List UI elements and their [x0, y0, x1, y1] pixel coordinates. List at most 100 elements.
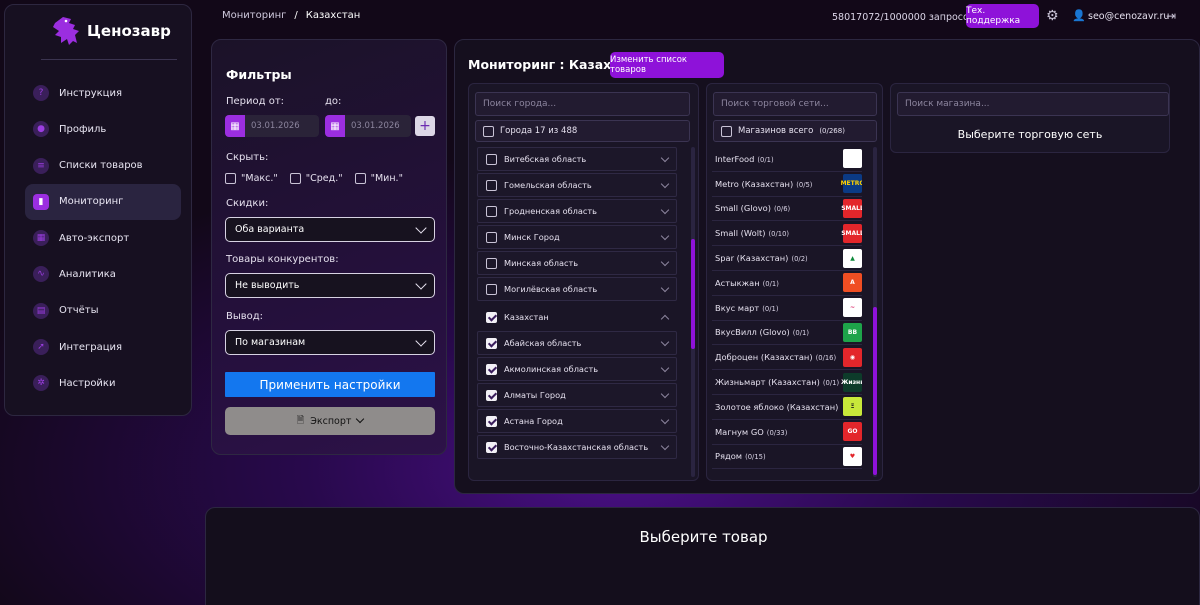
- chain-row[interactable]: Жизньмарт (Казахстан) (0/1) Жизнь: [712, 370, 862, 395]
- chains-select-all[interactable]: Магазинов всего (0/268): [713, 120, 877, 142]
- chevron-down-icon[interactable]: [660, 153, 670, 162]
- chevron-down-icon[interactable]: [660, 363, 670, 372]
- sidebar-item-integration[interactable]: ➚ Интеграция: [25, 329, 181, 365]
- chain-row[interactable]: Small (Wolt) (0/10) SMALL: [712, 221, 862, 247]
- period-to-label: до:: [325, 96, 342, 107]
- chevron-down-icon[interactable]: [660, 441, 670, 450]
- cities-all-checkbox[interactable]: [483, 125, 494, 137]
- user-menu[interactable]: 👤 seo@cenozavr.ru: [1072, 10, 1169, 22]
- region-checkbox[interactable]: [486, 311, 497, 323]
- export-button[interactable]: 🗎 Экспорт: [225, 407, 435, 435]
- region-row[interactable]: Алматы Город: [477, 383, 677, 407]
- region-row[interactable]: Могилёвская область: [477, 277, 677, 301]
- question-icon: ?: [33, 85, 49, 101]
- app-logo[interactable]: Ценозавр: [51, 15, 171, 47]
- hide-max-option[interactable]: "Макс.": [225, 173, 278, 184]
- region-row[interactable]: Минская область: [477, 251, 677, 275]
- region-group-row[interactable]: Казахстан: [473, 305, 681, 329]
- sidebar-item-settings[interactable]: ✲ Настройки: [25, 365, 181, 401]
- sidebar-item-product-lists[interactable]: ≡ Списки товаров: [25, 148, 181, 184]
- store-search-input[interactable]: Поиск магазина...: [897, 92, 1169, 116]
- chevron-down-icon[interactable]: [660, 205, 670, 214]
- region-row[interactable]: Абайская область: [477, 331, 677, 355]
- hide-max-checkbox[interactable]: [225, 173, 236, 184]
- region-row-content: Гомельская область: [486, 179, 592, 191]
- chain-row[interactable]: Spar (Казахстан) (0/2) ▲: [712, 246, 862, 271]
- chain-text: Золотое яблоко (Казахстан)(0/3): [715, 402, 839, 412]
- region-row[interactable]: Восточно-Казахстанская область: [477, 435, 677, 459]
- chevron-down-icon[interactable]: [660, 257, 670, 266]
- chains-all-checkbox[interactable]: [721, 125, 732, 137]
- region-checkbox[interactable]: [486, 441, 497, 453]
- sidebar-item-label: Отчёты: [59, 305, 99, 317]
- chain-row[interactable]: Доброцен (Казахстан) (0/16) ◉: [712, 345, 862, 371]
- chain-search-input[interactable]: Поиск торговой сети...: [713, 92, 877, 116]
- chain-scroll-thumb[interactable]: [873, 307, 877, 475]
- chain-row[interactable]: Золотое яблоко (Казахстан)(0/3) Ξ: [712, 395, 862, 420]
- region-checkbox[interactable]: [486, 283, 497, 295]
- region-checkbox[interactable]: [486, 257, 497, 269]
- breadcrumb-root[interactable]: Мониторинг: [222, 10, 286, 21]
- sidebar-item-analytics[interactable]: ∿ Аналитика: [25, 256, 181, 292]
- region-checkbox[interactable]: [486, 389, 497, 401]
- chevron-up-icon[interactable]: [660, 314, 670, 323]
- region-row[interactable]: Минск Город: [477, 225, 677, 249]
- region-row[interactable]: Акмолинская область: [477, 357, 677, 381]
- settings-gear-icon[interactable]: ⚙: [1046, 9, 1060, 23]
- chain-scrollbar[interactable]: [873, 147, 877, 477]
- chevron-down-icon[interactable]: [660, 283, 670, 292]
- region-checkbox[interactable]: [486, 205, 497, 217]
- competitors-value: Не выводить: [235, 280, 300, 291]
- hide-min-option[interactable]: "Мин.": [354, 173, 403, 184]
- city-search-input[interactable]: Поиск города...: [475, 92, 690, 116]
- chain-row[interactable]: InterFood (0/1): [712, 147, 862, 172]
- region-scroll-thumb[interactable]: [691, 239, 695, 349]
- hide-avg-option[interactable]: "Сред.": [289, 173, 343, 184]
- date-from-field[interactable]: ▦ 03.01.2026: [225, 115, 319, 137]
- chevron-down-icon[interactable]: [660, 337, 670, 346]
- competitors-select[interactable]: Не выводить: [225, 273, 435, 298]
- sidebar-item-monitoring[interactable]: ▮ Мониторинг: [25, 183, 181, 220]
- hide-avg-checkbox[interactable]: [289, 173, 301, 184]
- chain-row[interactable]: ВкусВилл (Glovo) (0/1) BB: [712, 321, 862, 346]
- chain-name: Вкус март: [715, 302, 760, 313]
- filters-panel: Фильтры Период от: до: ▦ 03.01.2026 ▦ 03…: [211, 39, 447, 455]
- region-checkbox[interactable]: [486, 415, 497, 427]
- sidebar-item-auto-export[interactable]: ▦ Авто-экспорт: [25, 220, 181, 256]
- sidebar-item-reports[interactable]: ▤ Отчёты: [25, 293, 181, 329]
- region-row[interactable]: Астана Город: [477, 409, 677, 433]
- chevron-down-icon[interactable]: [660, 415, 670, 424]
- logout-icon[interactable]: ⇥: [1166, 9, 1176, 23]
- add-period-button[interactable]: +: [415, 116, 435, 136]
- discounts-select[interactable]: Оба варианта: [225, 217, 435, 242]
- region-checkbox[interactable]: [486, 363, 497, 375]
- region-scrollbar[interactable]: [691, 147, 695, 477]
- change-product-list-button[interactable]: Изменить список товаров: [610, 52, 724, 78]
- chain-row[interactable]: Астыкжан (0/1) A: [712, 271, 862, 296]
- date-to-field[interactable]: ▦ 03.01.2026: [325, 115, 411, 137]
- region-row[interactable]: Витебская область: [477, 147, 677, 171]
- cities-select-all[interactable]: Города 17 из 488: [475, 120, 690, 142]
- region-checkbox[interactable]: [486, 153, 497, 165]
- chevron-down-icon[interactable]: [660, 231, 670, 240]
- region-row[interactable]: Гомельская область: [477, 173, 677, 197]
- region-checkbox[interactable]: [486, 337, 497, 349]
- chain-row[interactable]: Магнум GO (0/33) GO: [712, 420, 862, 445]
- chevron-down-icon[interactable]: [660, 179, 670, 188]
- region-checkbox[interactable]: [486, 179, 497, 191]
- chain-row[interactable]: Вкус март (0/1) ~: [712, 296, 862, 321]
- chain-row[interactable]: Metro (Казахстан) (0/5) METRO: [712, 172, 862, 197]
- hide-min-checkbox[interactable]: [354, 173, 366, 184]
- chain-row[interactable]: Small (Glovo) (0/6) SMALL: [712, 197, 862, 222]
- sidebar-item-instruction[interactable]: ? Инструкция: [25, 75, 181, 111]
- output-select[interactable]: По магазинам: [225, 330, 435, 355]
- support-button[interactable]: Тех. поддержка: [966, 4, 1039, 28]
- region-row[interactable]: Гродненская область: [477, 199, 677, 223]
- document-icon: ▤: [33, 302, 49, 319]
- apply-settings-button[interactable]: Применить настройки: [225, 372, 435, 397]
- chain-row[interactable]: Рядом (0/15) ♥: [712, 445, 862, 470]
- chevron-down-icon[interactable]: [660, 389, 670, 398]
- sidebar-item-profile[interactable]: ● Профиль: [25, 111, 181, 147]
- date-to-value: 03.01.2026: [351, 121, 400, 131]
- region-checkbox[interactable]: [486, 231, 497, 243]
